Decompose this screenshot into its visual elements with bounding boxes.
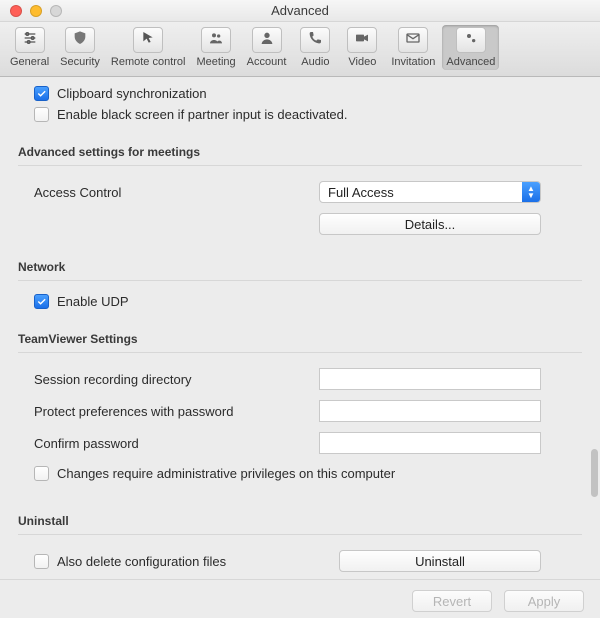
network-section-title: Network <box>18 260 582 281</box>
tab-invitation[interactable]: Invitation <box>387 25 439 70</box>
admin-priv-checkbox[interactable] <box>34 466 49 481</box>
tab-label: Account <box>247 56 287 68</box>
window-title: Advanced <box>0 3 600 18</box>
uninstall-section: Uninstall Also delete configuration file… <box>14 514 586 577</box>
tab-video[interactable]: Video <box>340 25 384 70</box>
enable-udp-checkbox[interactable] <box>34 294 49 309</box>
camera-icon <box>354 30 370 50</box>
tab-meeting[interactable]: Meeting <box>192 25 239 70</box>
envelope-icon <box>405 30 421 50</box>
person-icon <box>259 30 275 50</box>
tab-label: Audio <box>301 56 329 68</box>
protect-password-input[interactable] <box>319 400 541 422</box>
black-screen-checkbox[interactable] <box>34 107 49 122</box>
cursor-icon <box>140 30 156 50</box>
tab-label: Advanced <box>446 56 495 68</box>
select-arrows-icon: ▲▼ <box>522 182 540 202</box>
uninstall-section-title: Uninstall <box>18 514 582 535</box>
revert-button[interactable]: Revert <box>412 590 492 612</box>
tv-settings-section-title: TeamViewer Settings <box>18 332 582 353</box>
sliders-icon <box>22 30 38 50</box>
black-screen-row: Enable black screen if partner input is … <box>14 104 586 125</box>
meetings-section: Advanced settings for meetings Access Co… <box>14 145 586 240</box>
clipboard-sync-checkbox[interactable] <box>34 86 49 101</box>
tab-label: Meeting <box>196 56 235 68</box>
delete-config-checkbox[interactable] <box>34 554 49 569</box>
access-control-select[interactable]: Full Access ▲▼ <box>319 181 541 203</box>
delete-config-label: Also delete configuration files <box>57 554 226 569</box>
confirm-password-label: Confirm password <box>34 436 319 451</box>
recording-dir-label: Session recording directory <box>34 372 319 387</box>
tab-label: Security <box>60 56 100 68</box>
tab-security[interactable]: Security <box>56 25 104 70</box>
details-button[interactable]: Details... <box>319 213 541 235</box>
clipboard-sync-label: Clipboard synchronization <box>57 86 207 101</box>
scrollbar-thumb[interactable] <box>591 449 598 497</box>
enable-udp-label: Enable UDP <box>57 294 129 309</box>
footer: Revert Apply <box>0 579 600 612</box>
phone-icon <box>307 30 323 50</box>
tv-settings-section: TeamViewer Settings Session recording di… <box>14 332 586 484</box>
group-icon <box>208 30 224 50</box>
tab-label: General <box>10 56 49 68</box>
apply-button[interactable]: Apply <box>504 590 584 612</box>
black-screen-label: Enable black screen if partner input is … <box>57 107 348 122</box>
tab-label: Remote control <box>111 56 186 68</box>
tab-general[interactable]: General <box>6 25 53 70</box>
tab-audio[interactable]: Audio <box>293 25 337 70</box>
confirm-password-input[interactable] <box>319 432 541 454</box>
admin-priv-label: Changes require administrative privilege… <box>57 466 395 481</box>
meetings-section-title: Advanced settings for meetings <box>18 145 582 166</box>
tab-label: Invitation <box>391 56 435 68</box>
tab-label: Video <box>348 56 376 68</box>
shield-icon <box>72 30 88 50</box>
preferences-body: Clipboard synchronization Enable black s… <box>0 77 600 618</box>
access-control-value: Full Access <box>328 185 394 200</box>
tab-account[interactable]: Account <box>243 25 291 70</box>
clipboard-sync-row: Clipboard synchronization <box>14 83 586 104</box>
tab-advanced[interactable]: Advanced <box>442 25 499 70</box>
network-section: Network Enable UDP <box>14 260 586 312</box>
preferences-toolbar: General Security Remote control Meeting … <box>0 22 600 77</box>
uninstall-button[interactable]: Uninstall <box>339 550 541 572</box>
access-control-label: Access Control <box>34 185 319 200</box>
recording-dir-input[interactable] <box>319 368 541 390</box>
titlebar: Advanced <box>0 0 600 22</box>
gears-icon <box>463 30 479 50</box>
tab-remote-control[interactable]: Remote control <box>107 25 190 70</box>
protect-password-label: Protect preferences with password <box>34 404 319 419</box>
